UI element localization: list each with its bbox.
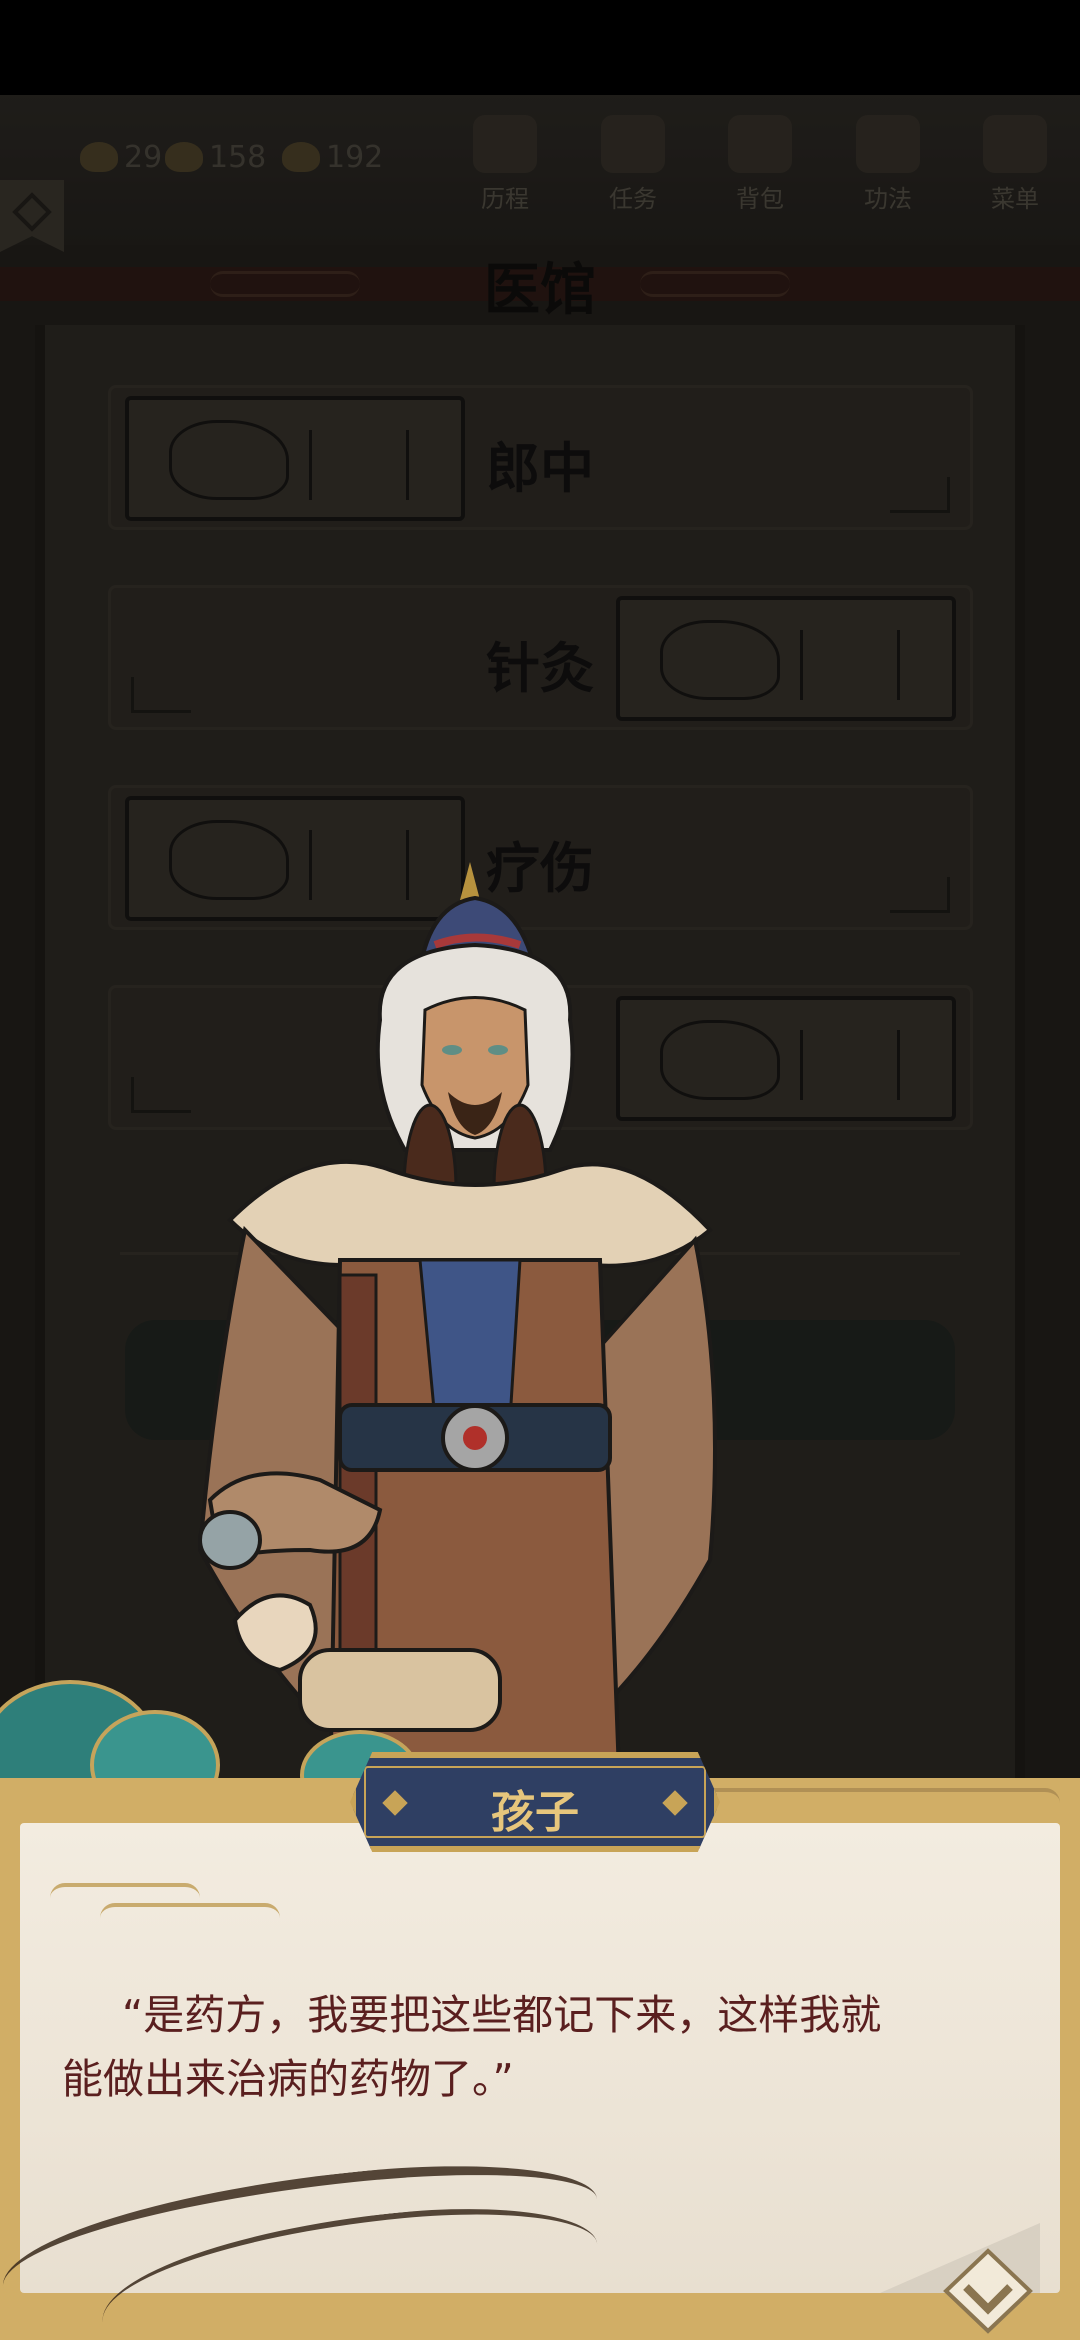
corner-ornament xyxy=(890,477,950,513)
next-chevron-icon[interactable] xyxy=(940,2245,1036,2335)
resource-grain: 192 xyxy=(282,137,383,177)
menu-bag-label: 背包 xyxy=(736,185,784,213)
menu-history-button[interactable]: 历程 xyxy=(460,115,550,225)
resource-copper: 29 xyxy=(80,137,162,177)
top-bar: 29 158 192 历程 任务 背包 功法 菜单 xyxy=(0,95,1080,252)
dialog-text: “是药方，我要把这些都记下来，这样我就 能做出来治病的药物了。” xyxy=(62,1983,1022,2111)
character-portrait xyxy=(197,862,717,1800)
resource-grain-value: 192 xyxy=(326,139,384,175)
speaker-nameplate: 孩子 xyxy=(350,1752,720,1852)
fan-menu-icon xyxy=(983,115,1047,173)
cloud-wisp xyxy=(100,1903,280,1933)
leaf-icon xyxy=(165,142,203,172)
menu-task-label: 任务 xyxy=(609,185,657,213)
dialog-box[interactable]: “是药方，我要把这些都记下来，这样我就 能做出来治病的药物了。” xyxy=(0,1778,1080,2340)
bag-icon xyxy=(728,115,792,173)
resource-herb: 158 xyxy=(165,137,266,177)
corner-ornament xyxy=(131,677,191,713)
status-band xyxy=(0,0,1080,95)
bookmark-back-icon[interactable] xyxy=(0,180,64,252)
resource-herb-value: 158 xyxy=(209,139,267,175)
menu-skill-label: 功法 xyxy=(864,185,912,213)
corner-ornament xyxy=(131,1077,191,1113)
menu-main-label: 菜单 xyxy=(991,185,1039,213)
dialog-line-2: 能做出来治病的药物了。” xyxy=(62,2055,514,2103)
corner-ornament xyxy=(890,877,950,913)
service-label-acupuncture: 针灸 xyxy=(486,636,594,700)
menu-history-label: 历程 xyxy=(481,185,529,213)
page-title: 医馆 xyxy=(484,257,596,323)
acupuncture-illustration xyxy=(616,596,956,721)
menu-main-button[interactable]: 菜单 xyxy=(970,115,1060,225)
service-card-acupuncture[interactable]: 针灸 xyxy=(108,585,973,730)
task-icon xyxy=(601,115,665,173)
grain-icon xyxy=(282,142,320,172)
leaf-coin-icon xyxy=(80,142,118,172)
ribbon-ornament-right xyxy=(640,271,790,297)
history-icon xyxy=(473,115,537,173)
pulse-diagnosis-illustration xyxy=(125,396,465,521)
menu-task-button[interactable]: 任务 xyxy=(588,115,678,225)
skill-book-icon xyxy=(856,115,920,173)
dialog-line-1: “是药方，我要把这些都记下来，这样我就 xyxy=(122,1991,882,2039)
menu-bag-button[interactable]: 背包 xyxy=(715,115,805,225)
ribbon-ornament-left xyxy=(210,271,360,297)
cloud-wisp xyxy=(700,1788,1060,1818)
speaker-name: 孩子 xyxy=(491,1787,579,1838)
service-card-doctor[interactable]: 郎中 xyxy=(108,385,973,530)
menu-skill-button[interactable]: 功法 xyxy=(843,115,933,225)
service-label-doctor: 郎中 xyxy=(486,436,594,500)
resource-copper-value: 29 xyxy=(124,139,163,175)
